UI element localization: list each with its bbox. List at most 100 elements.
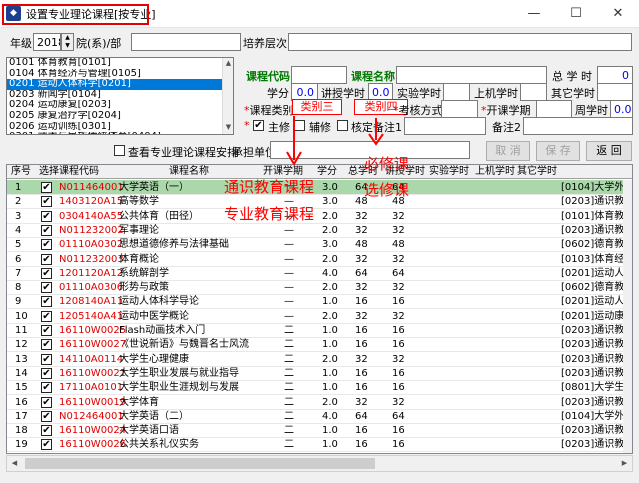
row-select-checkbox[interactable]: ✔: [41, 196, 52, 208]
column-header[interactable]: 上机学时: [475, 165, 515, 179]
row-select-checkbox[interactable]: ✔: [41, 410, 52, 422]
table-row[interactable]: 18 ✔ 16110W0024 大学英语口语 二 1.0 16 16 [0203]通识教: [7, 423, 632, 439]
view-specialty-checkbox[interactable]: [114, 145, 125, 156]
course-code-cell: 16110W0021: [59, 367, 127, 379]
table-row[interactable]: 6 ✔ N011232003 体育概论 — 2.0 32 32 [0103]体育经: [7, 252, 632, 267]
table-row[interactable]: 1 ✔ N011464001 大学英语（一）一 3.0 64 64 [0104]大学外: [7, 180, 632, 195]
table-horizontal-scrollbar[interactable]: ◀ ▶: [6, 455, 633, 472]
column-header[interactable]: 实验学时: [429, 165, 469, 179]
start-term-field[interactable]: [536, 100, 572, 118]
department-list-scrollbar[interactable]: ▲ ▼: [222, 58, 233, 134]
close-button[interactable]: ✕: [597, 0, 639, 28]
table-row[interactable]: 16 ✔ 16110W0019 大学体育 二 2.0 32 32 [0203]通识教: [7, 395, 632, 410]
row-select-checkbox[interactable]: ✔: [41, 282, 52, 294]
course-code-field[interactable]: [291, 66, 347, 84]
row-select-checkbox[interactable]: ✔: [41, 239, 52, 251]
lab-hours-field[interactable]: [443, 83, 470, 101]
row-select-checkbox[interactable]: ✔: [41, 267, 52, 279]
credit-cell: 2.0: [322, 396, 338, 408]
grade-spinner[interactable]: ▲ ▼: [61, 33, 74, 51]
department-list-item[interactable]: 0201 运动人体科学[0201]: [7, 79, 233, 90]
table-row[interactable]: 2 ✔ 1403120A15 高等数学 —3.0 48 48 [0203]通识教: [7, 194, 632, 210]
row-select-checkbox[interactable]: ✔: [41, 382, 52, 394]
other-hours-field[interactable]: [597, 83, 633, 101]
note2-label: 备注2: [492, 121, 521, 134]
note2-field[interactable]: [523, 117, 633, 135]
row-select-checkbox[interactable]: ✔: [41, 224, 52, 236]
course-table[interactable]: 序号 选择 课程代码 课程名称 开课学期 学分 总学时 讲授学时 实验学时 上机学时 其它学时 1 ✔…: [6, 164, 633, 454]
scroll-down-icon[interactable]: ▼: [223, 122, 234, 133]
note1-field[interactable]: [404, 117, 486, 135]
row-select-checkbox[interactable]: ✔: [41, 296, 52, 308]
main-checkbox[interactable]: ✔: [253, 120, 264, 131]
table-row[interactable]: 19 ✔ 16110W0026 公共关系礼仪实务 二 1.0 16 16 [0203]通识教: [7, 437, 632, 453]
row-select-checkbox[interactable]: ✔: [41, 210, 52, 222]
course-name-field[interactable]: [396, 66, 547, 84]
credit-cell: 1.0: [322, 367, 338, 379]
table-row[interactable]: 3 ✔ 0304140A55 公共体育（田径） —2.0 32 32 [0101]体育教: [7, 209, 632, 224]
dept-field[interactable]: [131, 33, 241, 51]
table-row[interactable]: 15 ✔ 17110A0101 大学生职业生涯规划与发展 二 1.0 16 16 [0801]大…: [7, 380, 632, 396]
other-hours-label: 其它学时: [551, 87, 595, 100]
department-list-item[interactable]: 0203 新闻学[0104]: [7, 90, 233, 101]
weekly-hours-field[interactable]: 0.0: [610, 100, 633, 118]
grade-field[interactable]: 2018: [33, 33, 61, 51]
column-header[interactable]: 选择: [39, 165, 59, 179]
lecture-hours-cell: 32: [392, 396, 405, 408]
department-list-item[interactable]: 0204 运动康复[0203]: [7, 100, 233, 111]
required-mark-icon: *: [244, 119, 250, 132]
table-row[interactable]: 11 ✔ 16110W0025 Flash动画技术入门 二 1.0 16 16 [0203]通识…: [7, 323, 632, 338]
table-row[interactable]: 5 ✔ 01110A0302 思想道德修养与法律基础 — 3.0 48 48 [0602]德育教: [7, 237, 632, 253]
row-select-checkbox[interactable]: ✔: [41, 325, 52, 336]
department-list[interactable]: 0101 体育教育[0101] 0104 体育经济与管理[0105] 0201 运动…: [6, 57, 234, 135]
department-list-item[interactable]: 0101 体育教育[0101]: [7, 58, 233, 69]
row-select-checkbox[interactable]: ✔: [41, 439, 52, 451]
department-cell: [0203]通识教: [561, 439, 625, 451]
table-row[interactable]: 9 ✔ 1208140A11 运动人体科学导论 — 1.0 16 16 [0201]运动人: [7, 294, 632, 310]
level-field[interactable]: [288, 33, 632, 51]
minimize-button[interactable]: —: [513, 0, 555, 28]
column-header[interactable]: 课程名称: [169, 165, 209, 179]
table-row[interactable]: 10 ✔ 1205140A41 运动中医学概论 — 2.0 32 32 [0201]运动康: [7, 309, 632, 324]
table-row[interactable]: 12 ✔ 16110W0027 《世说新语》与魏晋名士风流 二 1.0 16 16 [0203]…: [7, 337, 632, 353]
table-vertical-scrollbar[interactable]: [623, 180, 632, 453]
course-name-cell: 大学体育: [119, 396, 159, 408]
save-button[interactable]: 保 存: [536, 141, 580, 161]
scroll-up-icon[interactable]: ▲: [223, 58, 234, 69]
column-header[interactable]: 其它学时: [517, 165, 557, 179]
table-row[interactable]: 4 ✔ N011232002 军事理论 — 2.0 32 32 [0203]通识教: [7, 223, 632, 238]
table-row[interactable]: 17 ✔ N012464001 大学英语（二） 二 4.0 64 64 [0104]大学外: [7, 409, 632, 424]
total-hours-field[interactable]: 0: [597, 66, 633, 84]
column-header[interactable]: 序号: [11, 165, 31, 179]
table-row[interactable]: 7 ✔ 1201120A12 系统解剖学 — 4.0 64 64 [0201]运动人: [7, 266, 632, 281]
course-name-cell: 形势与政策: [119, 282, 169, 294]
row-select-checkbox[interactable]: ✔: [41, 182, 52, 193]
department-list-item[interactable]: 0104 体育经济与管理[0105]: [7, 69, 233, 80]
total-hours-cell: 16: [355, 296, 368, 308]
department-list-item[interactable]: 0301 武术与民族传统体育[0404]: [7, 132, 233, 134]
row-select-checkbox[interactable]: ✔: [41, 425, 52, 437]
department-cell: [0103]体育经: [561, 253, 625, 265]
scroll-left-icon[interactable]: ◀: [9, 458, 20, 469]
annotation-major-education: 专业教育课程: [224, 205, 315, 223]
department-list-item[interactable]: 0205 康复治疗学[0204]: [7, 111, 233, 122]
scroll-right-icon[interactable]: ▶: [619, 458, 630, 469]
department-list-item[interactable]: 0206 运动训练[0301]: [7, 122, 233, 133]
table-row[interactable]: 8 ✔ 01110A0306 形势与政策 — 2.0 32 32 [0602]德育教: [7, 280, 632, 296]
column-header[interactable]: 课程代码: [59, 165, 99, 179]
maximize-button[interactable]: ☐: [555, 0, 597, 28]
row-select-checkbox[interactable]: ✔: [41, 310, 52, 322]
row-select-checkbox[interactable]: ✔: [41, 253, 52, 265]
computer-hours-field[interactable]: [520, 83, 547, 101]
back-button[interactable]: 返 回: [586, 141, 632, 161]
row-select-checkbox[interactable]: ✔: [41, 353, 52, 365]
exam-method-field[interactable]: [441, 100, 478, 118]
course-code-cell: 1205140A41: [59, 310, 124, 322]
row-select-checkbox[interactable]: ✔: [41, 367, 52, 379]
row-select-checkbox[interactable]: ✔: [41, 396, 52, 408]
row-select-checkbox[interactable]: ✔: [41, 339, 52, 351]
table-row[interactable]: 14 ✔ 16110W0021 大学生职业发展与就业指导 二 1.0 16 16 [0203]通…: [7, 366, 632, 381]
cancel-button[interactable]: 取 消: [486, 141, 530, 161]
table-row[interactable]: 13 ✔ 14110A0114 大学生心理健康 二 2.0 32 32 [0203]通识教: [7, 352, 632, 367]
scroll-thumb[interactable]: [25, 458, 375, 469]
